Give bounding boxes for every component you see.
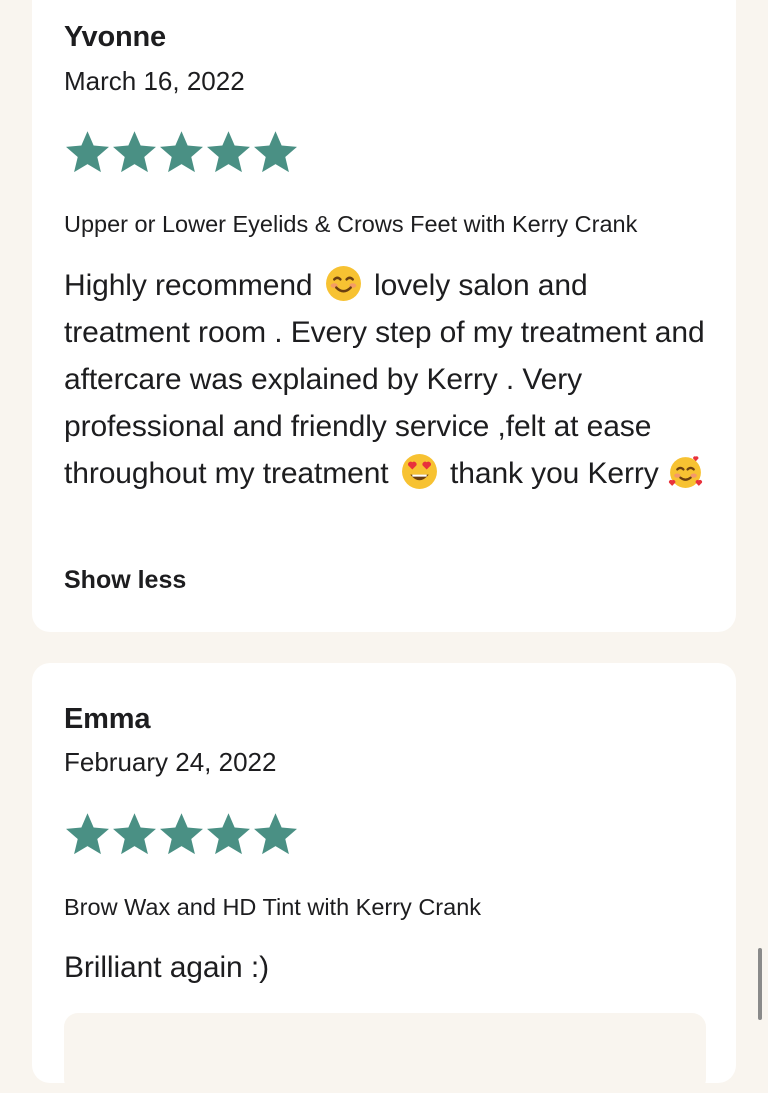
star-icon	[111, 129, 158, 175]
star-icon	[64, 129, 111, 175]
star-icon	[252, 811, 299, 857]
review-date: March 16, 2022	[64, 66, 245, 96]
business-reply-box	[64, 1013, 706, 1093]
show-less-button[interactable]: Show less	[64, 568, 186, 593]
review-card: Yvonne March 16, 2022 Upper or Lower Eye…	[32, 0, 736, 632]
star-icon	[158, 811, 205, 857]
smiling-face-emoji-icon	[325, 265, 362, 302]
service-name: Brow Wax and HD Tint with Kerry Crank	[64, 894, 482, 920]
smiling-face-with-hearts-emoji-icon	[667, 453, 704, 490]
review-text: Brilliant again :)	[64, 951, 269, 984]
star-icon	[64, 811, 111, 857]
star-icon	[252, 129, 299, 175]
review-text-part: Highly recommend	[64, 269, 313, 302]
heart-eyes-emoji-icon	[401, 453, 438, 490]
review-text: Highly recommend lovely salon and treatm…	[64, 262, 714, 497]
review-text-part: thank you Kerry	[450, 457, 659, 490]
review-date: February 24, 2022	[64, 747, 277, 777]
star-rating	[64, 811, 299, 857]
star-icon	[111, 811, 158, 857]
star-rating	[64, 129, 299, 175]
star-icon	[205, 129, 252, 175]
reviewer-name: Emma	[64, 703, 151, 735]
service-name: Upper or Lower Eyelids & Crows Feet with…	[64, 211, 638, 237]
star-icon	[158, 129, 205, 175]
scrollbar[interactable]	[758, 948, 762, 1020]
star-icon	[205, 811, 252, 857]
review-card: Emma February 24, 2022 Brow Wax and HD T…	[32, 663, 736, 1093]
reviewer-name: Yvonne	[64, 21, 166, 53]
